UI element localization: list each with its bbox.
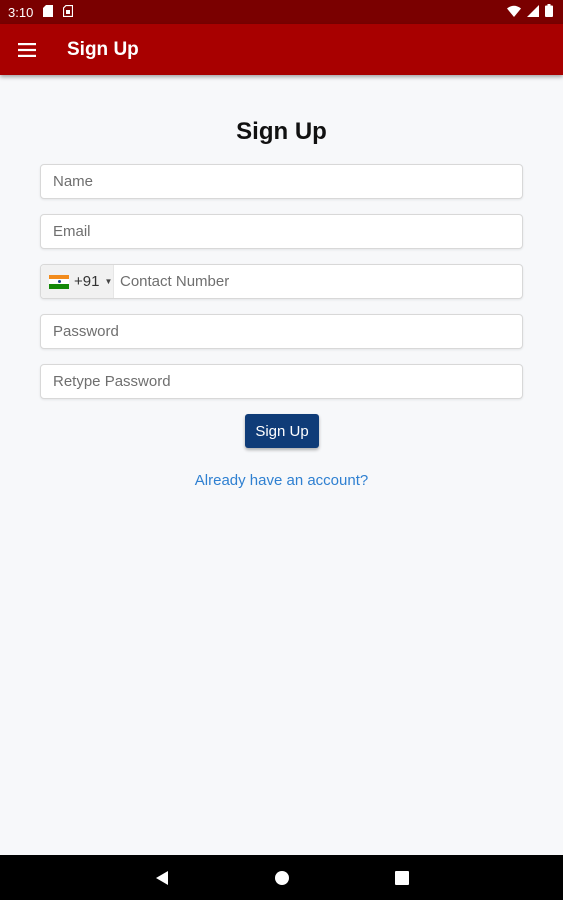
password-field-container xyxy=(40,314,523,349)
sd-card-icon xyxy=(43,4,54,20)
chevron-down-icon: ▼ xyxy=(104,277,113,286)
name-field-container xyxy=(40,164,523,199)
contact-number-field: +91 ▼ xyxy=(40,264,523,299)
country-code-selector[interactable]: +91 ▼ xyxy=(41,265,114,298)
home-icon[interactable] xyxy=(262,858,302,898)
email-input[interactable] xyxy=(41,215,522,248)
india-flag-icon xyxy=(49,274,69,289)
status-bar: 3:10 xyxy=(0,0,563,24)
app-bar-title: Sign Up xyxy=(67,38,139,60)
page-title: Sign Up xyxy=(236,118,327,145)
retype-password-input[interactable] xyxy=(41,365,522,398)
retype-password-field-container xyxy=(40,364,523,399)
login-link[interactable]: Already have an account? xyxy=(0,472,563,489)
country-code-label: +91 xyxy=(74,273,100,290)
status-time: 3:10 xyxy=(8,4,34,20)
contact-number-input[interactable] xyxy=(114,265,522,298)
name-input[interactable] xyxy=(41,165,522,198)
signal-icon xyxy=(527,4,539,20)
sim-card-icon xyxy=(63,4,74,20)
recents-icon[interactable] xyxy=(382,858,422,898)
navigation-bar xyxy=(0,855,563,900)
hamburger-menu-icon[interactable] xyxy=(9,32,45,68)
email-field-container xyxy=(40,214,523,249)
battery-icon xyxy=(545,4,553,20)
password-input[interactable] xyxy=(41,315,522,348)
app-bar: Sign Up xyxy=(0,24,563,75)
sign-up-button[interactable]: Sign Up xyxy=(245,414,319,448)
back-icon[interactable] xyxy=(142,858,182,898)
wifi-icon xyxy=(507,5,521,20)
